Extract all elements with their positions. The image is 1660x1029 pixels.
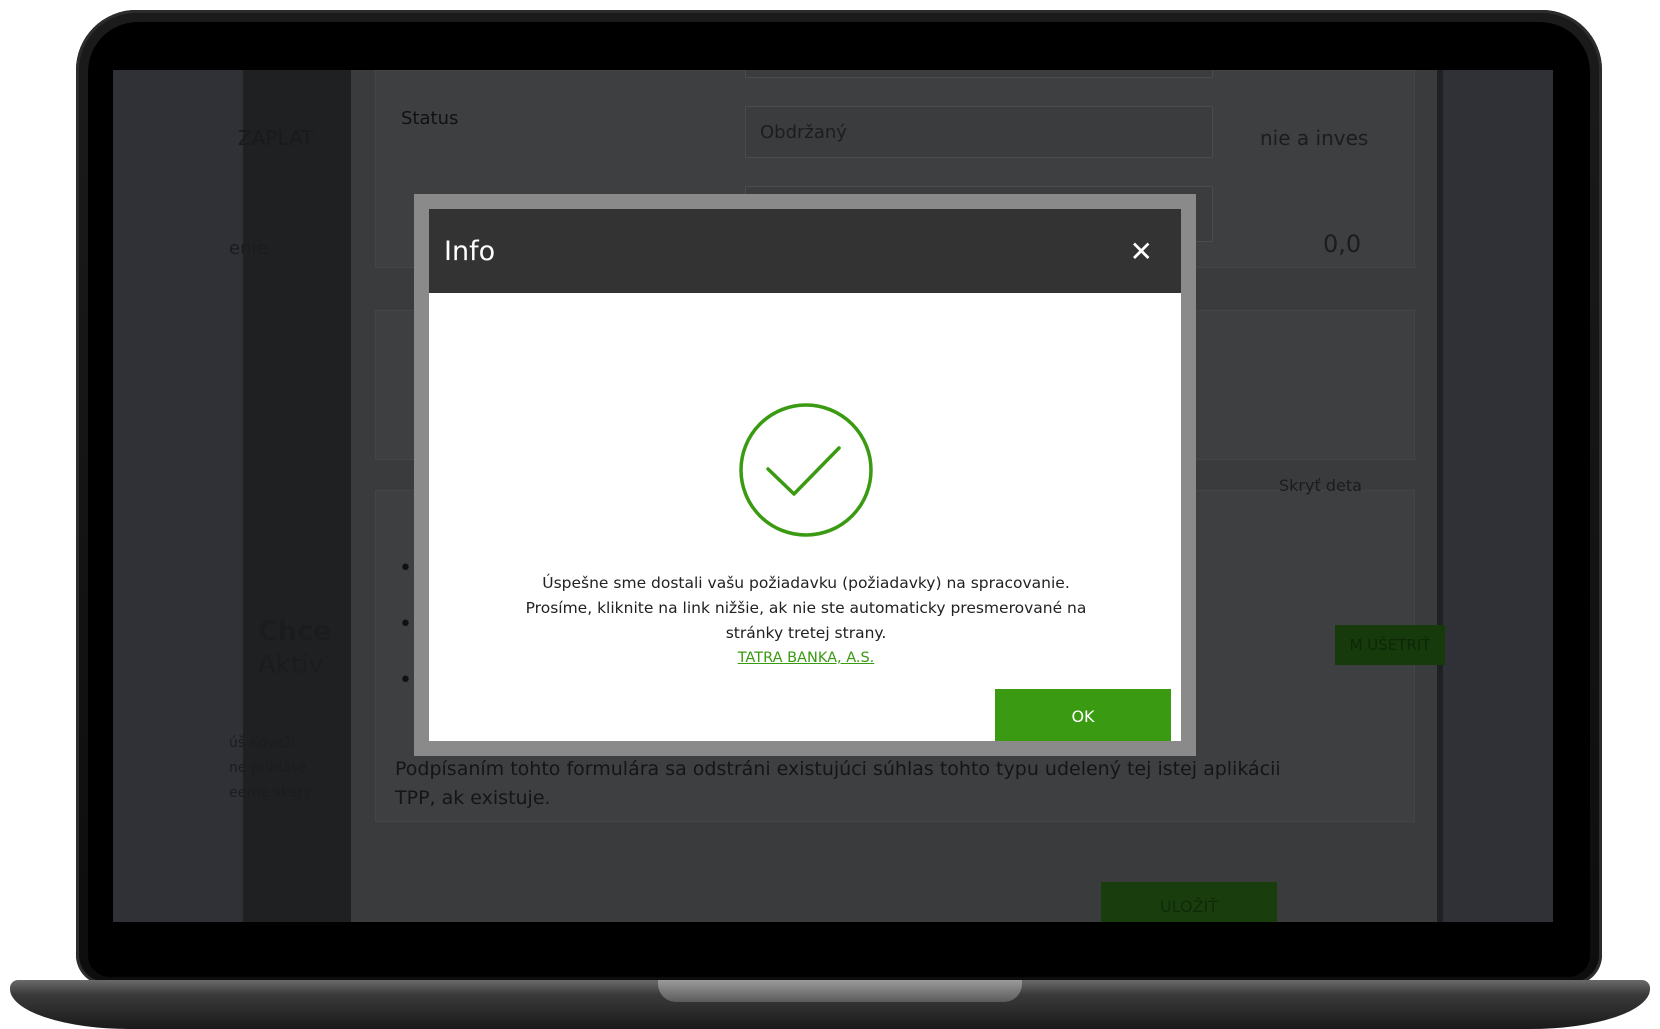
laptop-notch	[658, 980, 1022, 1002]
modal-frame: Info ✕ Úspešne sme dostali vašu požiadav…	[414, 194, 1196, 756]
save-button[interactable]: ULOŽIŤ	[1101, 882, 1277, 922]
background-left-column	[113, 70, 243, 922]
status-field: Obdržaný	[745, 106, 1213, 158]
modal-header: Info ✕	[429, 209, 1181, 293]
message-line-1: Úspešne sme dostali vašu požiadavku (pož…	[542, 574, 1070, 592]
close-icon[interactable]: ✕	[1130, 235, 1153, 268]
right-link[interactable]: Skryť deta	[1279, 476, 1362, 495]
background-right-column	[1443, 70, 1553, 922]
message-line-3: stránky tretej strany.	[725, 624, 887, 642]
bullet-3: •	[399, 668, 412, 693]
save-money-button[interactable]: M UŠETRIŤ	[1335, 625, 1445, 665]
modal-body: Úspešne sme dostali vašu požiadavku (pož…	[429, 293, 1181, 741]
left-snippet: enie	[229, 238, 268, 259]
left-small-1: úš Koveži	[229, 735, 295, 751]
left-promo-title: Chce	[258, 616, 332, 647]
right-amount: 0,0	[1323, 230, 1362, 258]
left-small-3: eerne skary	[229, 785, 312, 801]
modal-title: Info	[444, 235, 496, 267]
status-label: Status	[401, 108, 459, 129]
message-line-2: Prosíme, kliknite na link nižšie, ak nie…	[525, 599, 1087, 617]
bank-link[interactable]: TATRA BANKA, A.S.	[459, 646, 1153, 671]
bullet-2: •	[399, 612, 412, 637]
left-promo-subtitle: Aktiv	[258, 650, 324, 680]
left-small-2: ne prihláse	[229, 760, 307, 776]
success-message: Úspešne sme dostali vašu požiadavku (pož…	[459, 571, 1153, 671]
info-modal: Info ✕ Úspešne sme dostali vašu požiadav…	[429, 209, 1181, 741]
bullet-1: •	[399, 556, 412, 581]
screen: Status Obdržaný ZAPLAT nie a inves enie …	[113, 70, 1553, 922]
check-circle-icon	[739, 403, 873, 537]
right-heading: nie a inves	[1260, 126, 1369, 150]
footer-consent-text: Podpísaním tohto formulára sa odstráni e…	[395, 758, 1281, 809]
left-heading: ZAPLAT	[238, 126, 314, 150]
ok-button[interactable]: OK	[995, 689, 1171, 741]
background-input-top	[745, 70, 1213, 78]
